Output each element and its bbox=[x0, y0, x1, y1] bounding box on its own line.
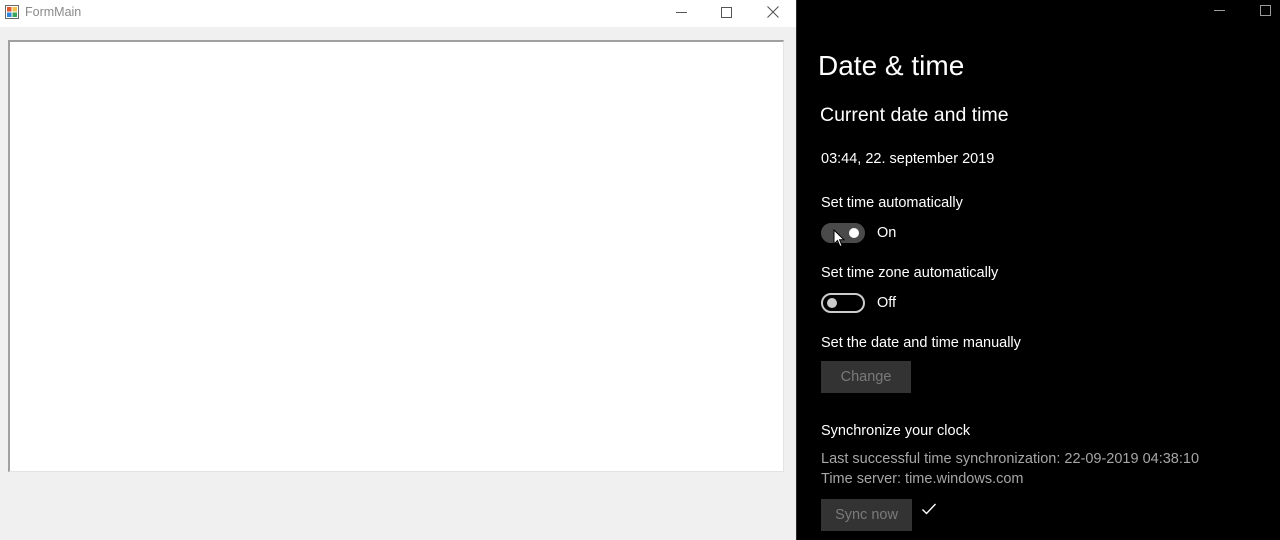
sync-now-button[interactable]: Sync now bbox=[821, 499, 912, 531]
time-server-text: Time server: time.windows.com bbox=[821, 471, 1024, 487]
last-sync-text: Last successful time synchronization: 22… bbox=[821, 451, 1200, 467]
mouse-pointer-icon bbox=[833, 228, 846, 248]
maximize-button[interactable] bbox=[704, 0, 749, 27]
set-timezone-auto-label: Set time zone automatically bbox=[821, 265, 999, 281]
maximize-icon bbox=[1259, 3, 1271, 21]
section-title: Current date and time bbox=[820, 104, 1009, 126]
toggle-knob bbox=[827, 298, 837, 308]
change-button[interactable]: Change bbox=[821, 361, 911, 393]
set-time-auto-label: Set time automatically bbox=[821, 195, 963, 211]
form-main-window: FormMain bbox=[0, 0, 796, 540]
set-manual-label: Set the date and time manually bbox=[821, 335, 1021, 351]
app-icon bbox=[5, 5, 19, 19]
page-title: Date & time bbox=[818, 50, 965, 81]
set-timezone-auto-state: Off bbox=[877, 295, 897, 311]
set-timezone-auto-toggle[interactable] bbox=[821, 293, 865, 313]
window-title: FormMain bbox=[25, 5, 82, 19]
minimize-button[interactable] bbox=[659, 0, 704, 27]
minimize-icon bbox=[1213, 3, 1225, 21]
form-content-panel[interactable] bbox=[8, 40, 784, 472]
close-icon bbox=[766, 5, 779, 23]
current-datetime-value: 03:44, 22. september 2019 bbox=[821, 151, 995, 167]
settings-minimize-button[interactable] bbox=[1197, 0, 1241, 24]
toggle-knob bbox=[849, 228, 859, 238]
checkmark-icon bbox=[921, 502, 937, 521]
maximize-icon bbox=[721, 5, 732, 23]
set-time-auto-state: On bbox=[877, 225, 897, 241]
settings-maximize-button[interactable] bbox=[1243, 0, 1280, 24]
minimize-icon bbox=[676, 5, 687, 23]
sync-heading: Synchronize your clock bbox=[821, 423, 971, 439]
form-title-bar[interactable]: FormMain bbox=[0, 0, 796, 27]
settings-window: Date & time Current date and time 03:44,… bbox=[797, 0, 1280, 540]
close-button[interactable] bbox=[750, 0, 795, 27]
